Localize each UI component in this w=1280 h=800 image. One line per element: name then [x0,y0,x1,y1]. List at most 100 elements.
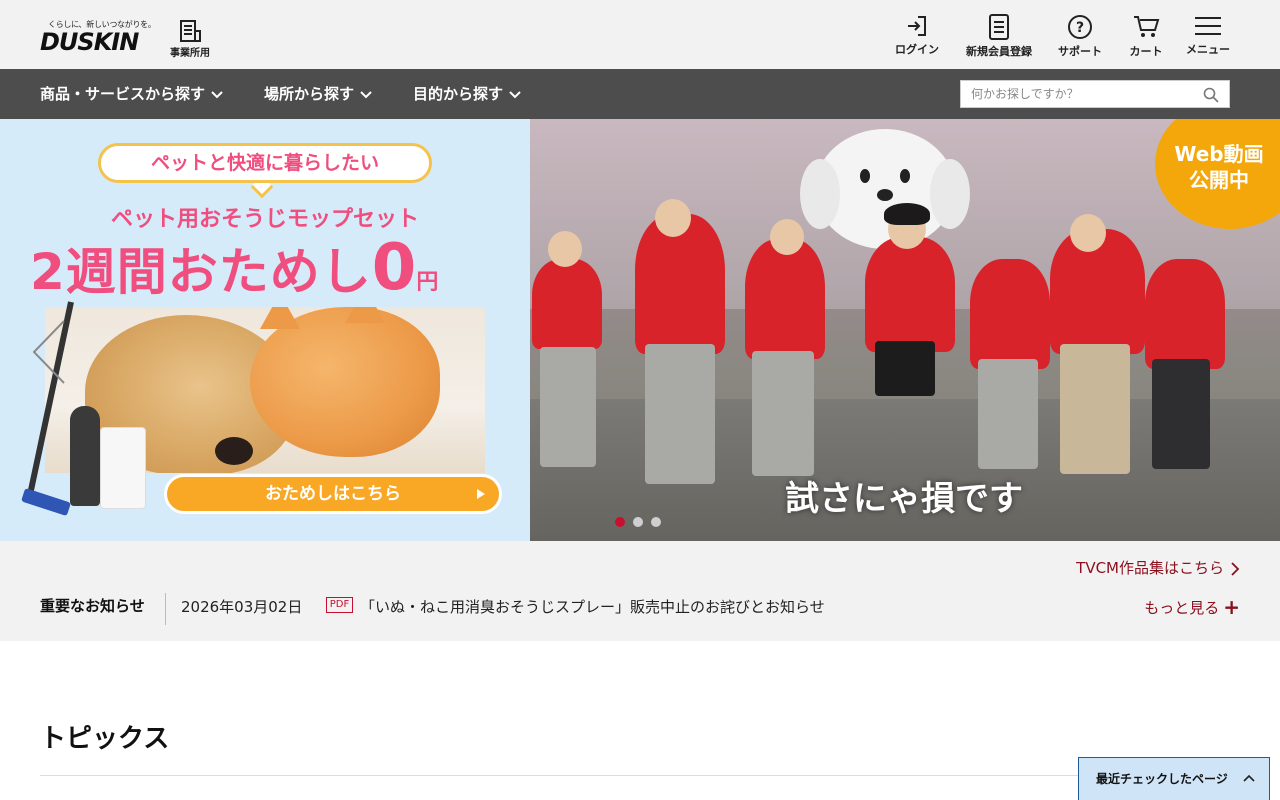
login-icon [908,16,926,36]
login-label: ログイン [895,43,939,56]
site-header: くらしに、新しいつながりを。 DUSKIN 事業所用 ログイン 新規会員登録 ?… [0,0,1280,69]
cart-label: カート [1129,45,1163,58]
dancer [1145,259,1225,369]
carousel-dot-3[interactable] [651,517,661,527]
login-button[interactable]: ログイン [893,14,941,62]
chevron-down-icon [360,90,372,98]
dancer-skirt [875,341,935,396]
menu-icon [1195,17,1221,35]
carousel-dot-1[interactable] [615,517,625,527]
menu-button[interactable]: メニュー [1184,14,1232,62]
nav-products-services[interactable]: 商品・サービスから探す [40,69,223,119]
dancer-pants [978,359,1038,469]
notice-divider [165,593,166,625]
carousel-dots [615,512,669,531]
more-notices-link[interactable]: もっと見る + [1144,595,1240,619]
trial-cta-button[interactable]: おためしはこちら [164,474,502,514]
register-icon [989,14,1009,40]
promo-headline-zero: 0 [371,231,417,305]
notice-label: 重要なお知らせ [40,597,145,615]
chevron-down-icon [211,90,223,98]
dancer-hair [884,203,930,225]
nav-purposes[interactable]: 目的から探す [413,69,521,119]
help-icon: ? [1068,15,1092,39]
nav-purposes-label: 目的から探す [413,85,504,103]
business-use-link[interactable]: 事業所用 [168,20,212,60]
recently-viewed-toggle[interactable]: 最近チェックしたページ [1078,757,1270,800]
promo-banner[interactable]: ペットと快適に暮らしたい ペット用おそうじモップセット 2週間おためし0円 おた… [0,119,530,541]
trial-cta-label: おためしはこちら [265,484,401,504]
cat-ear [260,307,300,329]
dog-nose [215,437,253,465]
chevron-up-icon [1243,774,1255,782]
dancer-pants [1152,359,1210,469]
dancer-head [655,199,691,237]
site-search [960,80,1230,108]
mascot-eye [900,169,910,183]
svg-text:?: ? [1076,20,1084,36]
search-icon[interactable] [1203,87,1219,103]
business-use-label: 事業所用 [170,48,210,59]
topics-divider [40,775,1240,776]
menu-label: メニュー [1186,43,1230,56]
tvcm-link-label: TVCM作品集はこちら [1076,559,1224,577]
cart-button[interactable]: カート [1124,14,1168,62]
cart-icon [1134,16,1160,37]
notice-link[interactable]: 「いぬ・ねこ用消臭おそうじスプレー」販売中止のお詫びとお知らせ [360,596,825,617]
global-nav: 商品・サービスから探す 場所から探す 目的から探す [0,69,1280,119]
recently-viewed-label: 最近チェックしたページ [1096,772,1228,786]
building-icon [180,20,201,42]
dancer [865,237,955,352]
register-button[interactable]: 新規会員登録 [962,14,1036,62]
dancer-pants [540,347,596,467]
support-button[interactable]: ? サポート [1055,14,1105,62]
support-label: サポート [1058,45,1102,58]
chevron-right-icon [1231,561,1240,576]
plus-icon: + [1223,595,1240,619]
duskin-logo[interactable]: くらしに、新しいつながりを。 DUSKIN [40,19,156,57]
badge-line-1: Web動画 [1174,142,1264,166]
carousel-dot-2[interactable] [633,517,643,527]
tvcm-link[interactable]: TVCM作品集はこちら [1076,557,1240,578]
triangle-right-icon [477,489,485,499]
notice-band: TVCM作品集はこちら 重要なお知らせ 2026年03月02日 PDF 「いぬ・… [0,541,1280,641]
more-label: もっと見る [1144,599,1220,617]
dancer [532,259,602,349]
promo-bubble: ペットと快適に暮らしたい [98,143,432,183]
carousel-prev-arrow[interactable] [30,319,66,385]
promo-headline-text: 2週間おためし [30,243,372,301]
dancer [745,239,825,359]
notice-date: 2026年03月02日 [181,598,303,616]
cat-ear [345,307,385,323]
mascot-nose [877,189,893,201]
logo-wordmark: DUSKIN [40,28,139,56]
dancer-pants [1060,344,1130,474]
hero-carousel: ペットと快適に暮らしたい ペット用おそうじモップセット 2週間おためし0円 おた… [0,119,1280,541]
dancer-head [1070,214,1106,252]
dancer-pants [645,344,715,484]
topics-heading: トピックス [40,724,170,754]
mop-stand [70,406,100,506]
dancer-head [548,231,582,267]
cat-image [250,307,440,457]
promo-subtitle: ペット用おそうじモップセット [110,207,419,232]
mascot-ear [930,159,970,229]
mop-head [21,487,71,517]
promo-headline: 2週間おためし0円 [30,231,438,305]
nav-places-label: 場所から探す [264,85,355,103]
video-banner[interactable]: 試さにゃ損です Web動画 公開中 [530,119,1280,541]
video-caption: 試さにゃ損です [785,479,1023,519]
mascot-ear [800,159,840,229]
mascot-eye [860,169,870,183]
nav-products-services-label: 商品・サービスから探す [40,85,206,103]
nav-places[interactable]: 場所から探す [264,69,372,119]
search-input[interactable] [961,81,1191,107]
dancer-pants [752,351,814,476]
dancer-head [770,219,804,255]
cleaning-device [100,427,146,509]
pdf-badge: PDF [326,597,353,613]
chevron-down-icon [509,90,521,98]
badge-line-2: 公開中 [1189,168,1249,192]
register-label: 新規会員登録 [966,45,1032,58]
dancer [970,259,1050,369]
